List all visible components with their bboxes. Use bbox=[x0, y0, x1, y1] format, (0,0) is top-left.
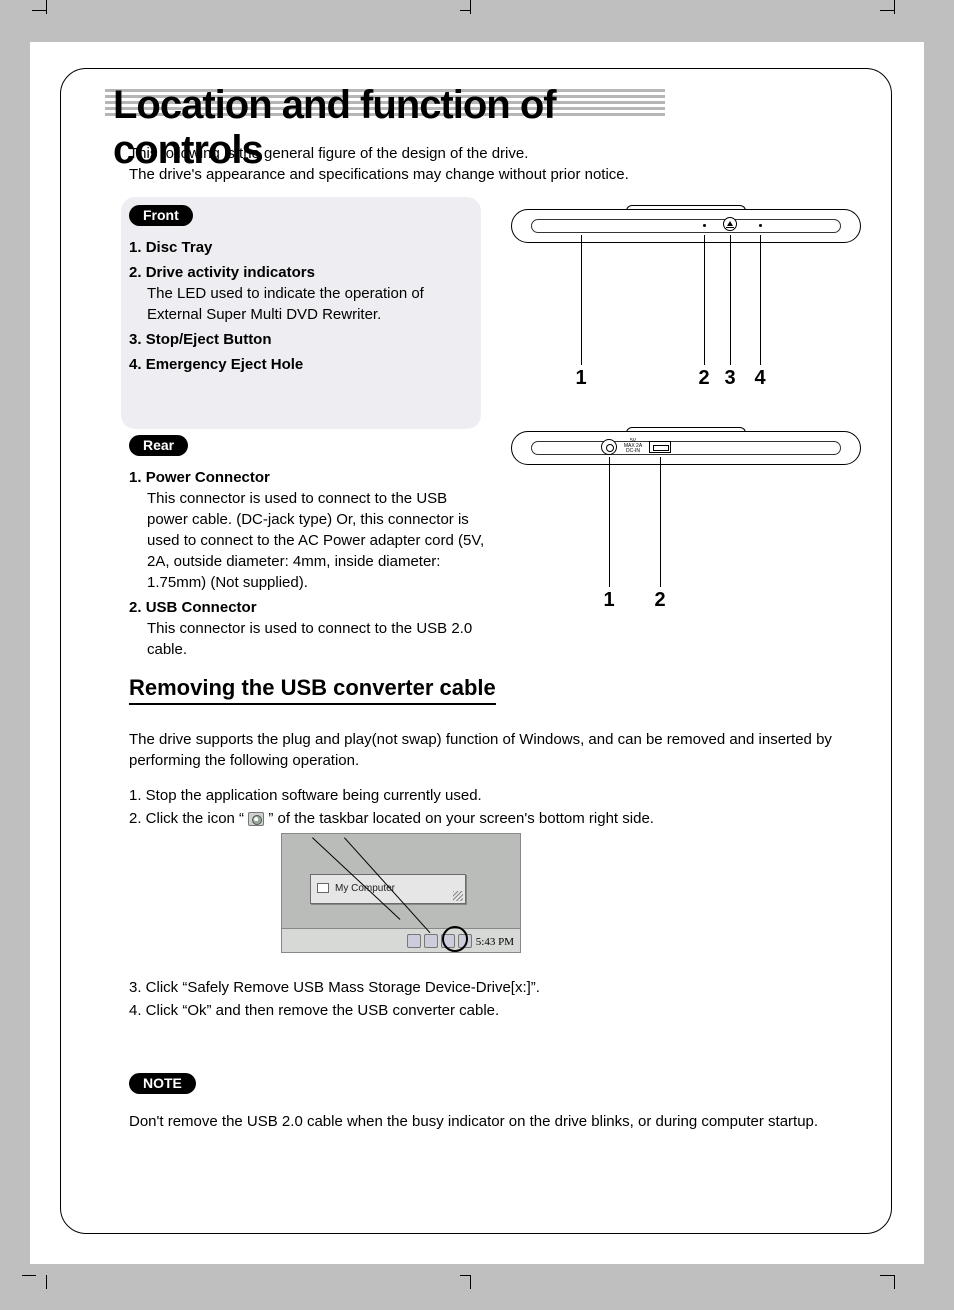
note-text: Don't remove the USB 2.0 cable when the … bbox=[129, 1111, 869, 1132]
power-label-line: DC-IN bbox=[621, 449, 645, 454]
front-pill: Front bbox=[129, 205, 193, 226]
page: Location and function of controls This f… bbox=[30, 42, 924, 1264]
list-item: 1. Disc Tray bbox=[129, 237, 469, 258]
note-pill: NOTE bbox=[129, 1073, 196, 1094]
rear-diagram: 5V MAX 2A DC-IN 1 2 bbox=[511, 427, 861, 627]
item-title: USB Connector bbox=[146, 599, 257, 616]
item-title: Disc Tray bbox=[146, 239, 213, 256]
section-paragraph: The drive supports the plug and play(not… bbox=[129, 729, 869, 771]
item-title: Stop/Eject Button bbox=[146, 331, 272, 348]
taskbar-clock: 5:43 PM bbox=[474, 936, 516, 948]
leader-line bbox=[581, 235, 582, 365]
activity-led-icon bbox=[703, 224, 706, 227]
callout-num: 2 bbox=[694, 367, 714, 390]
item-body: This connector is used to connect to the… bbox=[147, 488, 489, 593]
power-label: 5V MAX 2A DC-IN bbox=[621, 439, 645, 454]
item-body: This connector is used to connect to the… bbox=[147, 618, 489, 660]
item-num: 3. bbox=[129, 331, 142, 348]
callout-num: 1 bbox=[571, 367, 591, 390]
eject-button-icon bbox=[723, 217, 737, 231]
list-item: 1. Power Connector This connector is use… bbox=[129, 467, 489, 593]
tray-icon bbox=[407, 934, 421, 948]
item-body: The LED used to indicate the operation o… bbox=[147, 283, 469, 325]
device-front bbox=[511, 205, 861, 247]
emergency-hole-icon bbox=[759, 224, 762, 227]
list-item: 4. Emergency Eject Hole bbox=[129, 354, 469, 375]
rear-list: 1. Power Connector This connector is use… bbox=[129, 467, 489, 664]
leader-line bbox=[660, 457, 661, 587]
disc-tray-slot bbox=[531, 219, 841, 233]
item-title: Emergency Eject Hole bbox=[146, 356, 304, 373]
taskbar-screenshot: My Computer 5:43 PM bbox=[281, 833, 521, 953]
steps-list-top: 1. Stop the application software being c… bbox=[129, 785, 869, 830]
step-line: 4. Click “Ok” and then remove the USB co… bbox=[129, 1000, 869, 1023]
step-fragment: ” of the taskbar located on your screen'… bbox=[264, 810, 654, 827]
front-diagram: 1 2 3 4 bbox=[511, 205, 861, 395]
device-rear: 5V MAX 2A DC-IN bbox=[511, 427, 861, 469]
item-num: 2. bbox=[129, 599, 142, 616]
list-item: 2. Drive activity indicators The LED use… bbox=[129, 262, 469, 325]
rear-slot bbox=[531, 441, 841, 455]
safely-remove-icon bbox=[248, 812, 264, 826]
highlight-circle bbox=[442, 926, 468, 952]
item-title: Power Connector bbox=[146, 469, 270, 486]
intro-line: This following is the general figure of … bbox=[129, 143, 629, 164]
tray-icon bbox=[424, 934, 438, 948]
step-line: 2. Click the icon “ ” of the taskbar loc… bbox=[129, 808, 869, 831]
computer-icon bbox=[317, 883, 329, 893]
front-list: 1. Disc Tray 2. Drive activity indicator… bbox=[129, 237, 469, 379]
power-connector-icon bbox=[601, 439, 617, 455]
list-item: 3. Stop/Eject Button bbox=[129, 329, 469, 350]
section-heading: Removing the USB converter cable bbox=[129, 675, 496, 705]
leader-line bbox=[730, 235, 731, 365]
intro-line: The drive's appearance and specification… bbox=[129, 164, 629, 185]
step-fragment: 2. Click the icon “ bbox=[129, 810, 248, 827]
usb-connector-icon bbox=[649, 441, 671, 453]
leader-line bbox=[609, 457, 610, 587]
item-num: 2. bbox=[129, 264, 142, 281]
step-line: 3. Click “Safely Remove USB Mass Storage… bbox=[129, 977, 869, 1000]
rear-pill: Rear bbox=[129, 435, 188, 456]
leader-line bbox=[704, 235, 705, 365]
item-num: 1. bbox=[129, 239, 142, 256]
window-mycomputer: My Computer bbox=[310, 874, 466, 904]
step-line: 1. Stop the application software being c… bbox=[129, 785, 869, 808]
callout-num: 4 bbox=[750, 367, 770, 390]
item-title: Drive activity indicators bbox=[146, 264, 315, 281]
intro-text: This following is the general figure of … bbox=[129, 143, 629, 185]
leader-line bbox=[760, 235, 761, 365]
list-item: 2. USB Connector This connector is used … bbox=[129, 597, 489, 660]
content-panel: Location and function of controls This f… bbox=[60, 68, 892, 1234]
callout-num: 2 bbox=[650, 589, 670, 612]
callout-num: 1 bbox=[599, 589, 619, 612]
item-num: 4. bbox=[129, 356, 142, 373]
item-num: 1. bbox=[129, 469, 142, 486]
callout-num: 3 bbox=[720, 367, 740, 390]
steps-list-bottom: 3. Click “Safely Remove USB Mass Storage… bbox=[129, 977, 869, 1022]
